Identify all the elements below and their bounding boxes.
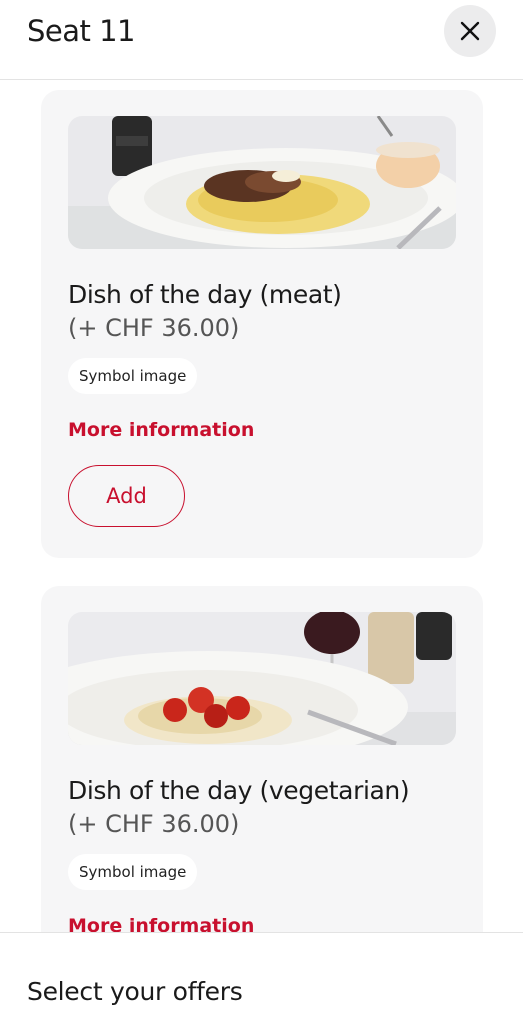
dish-title: Dish of the day (meat) (68, 280, 342, 309)
dish-title: Dish of the day (vegetarian) (68, 776, 410, 805)
footer: Select your offers (0, 932, 523, 1025)
dish-card-vegetarian: Dish of the day (vegetarian) (+ CHF 36.0… (41, 586, 483, 932)
offer-list[interactable]: Dish of the day (meat) (+ CHF 36.00) Sym… (0, 80, 523, 932)
more-information-link[interactable]: More information (68, 419, 254, 441)
header: Seat 11 (0, 0, 523, 80)
close-icon (460, 21, 480, 41)
more-information-link[interactable]: More information (68, 915, 254, 932)
dish-image (68, 116, 456, 249)
page-title: Seat 11 (27, 14, 136, 48)
dish-card-meat: Dish of the day (meat) (+ CHF 36.00) Sym… (41, 90, 483, 558)
dish-price: (+ CHF 36.00) (68, 314, 240, 342)
dish-price: (+ CHF 36.00) (68, 810, 240, 838)
close-button[interactable] (444, 5, 496, 57)
dish-image (68, 612, 456, 745)
symbol-image-badge: Symbol image (68, 854, 198, 890)
symbol-image-badge: Symbol image (68, 358, 198, 394)
select-offers-heading: Select your offers (27, 977, 243, 1006)
add-button[interactable]: Add (68, 465, 185, 527)
